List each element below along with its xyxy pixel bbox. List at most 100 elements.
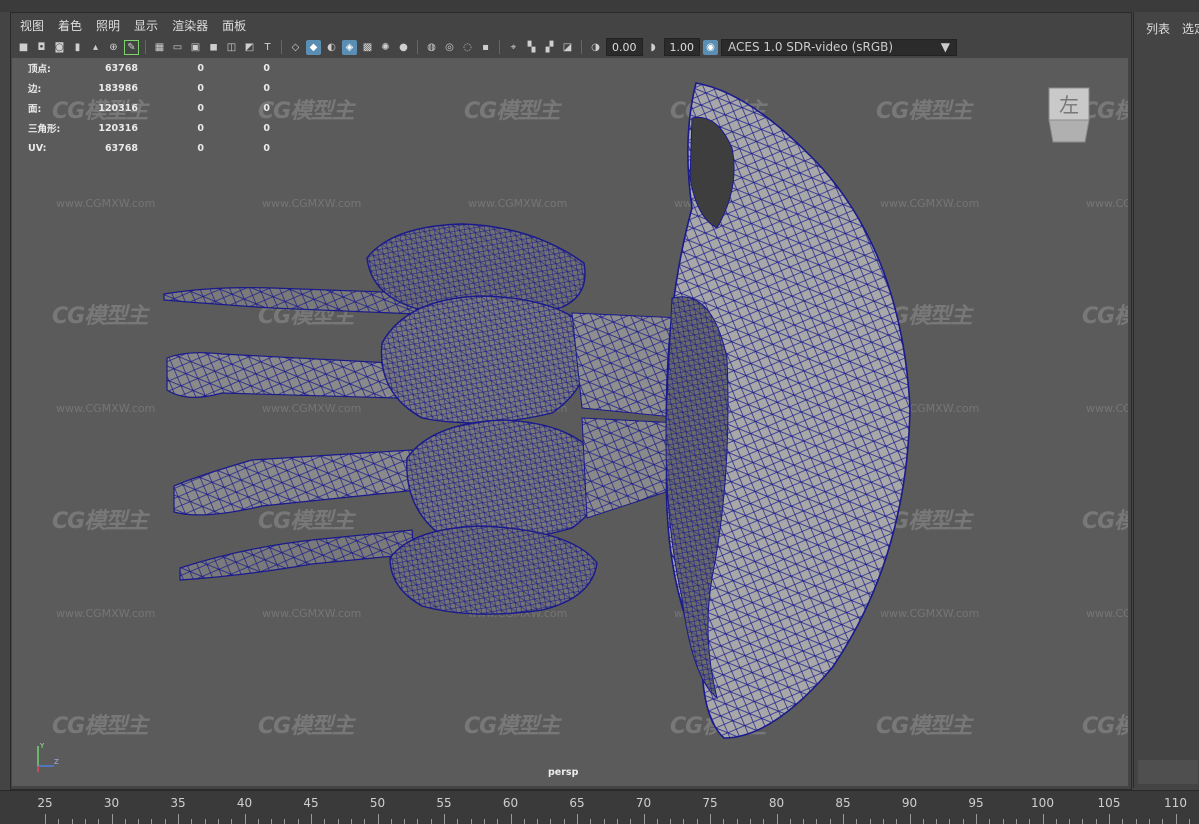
menu-lighting[interactable]: 照明 [96,17,120,34]
tab-selected[interactable]: 选定 [1182,20,1199,37]
toolbar-separator [581,40,582,54]
timeline-tick-label: 25 [37,796,53,810]
exposure-field[interactable]: 0.00 [606,38,643,56]
use-lights-icon[interactable]: ✺ [378,40,393,55]
timeline-tick-label: 40 [236,796,253,810]
image-plane-icon[interactable]: ▴ [88,40,103,55]
hud-row-vertices: 顶点: 63768 0 0 [28,62,270,76]
menu-renderer[interactable]: 渲染器 [172,17,208,34]
right-panel-footer [1138,760,1198,784]
shadows-icon[interactable]: ● [396,40,411,55]
motion-blur-icon[interactable]: ◎ [442,40,457,55]
jellyfish-bell [665,82,911,739]
menu-view[interactable]: 视图 [20,17,44,34]
anti-aliasing-icon[interactable]: ◌ [460,40,475,55]
timeline-tick [936,819,938,824]
color-management-icon[interactable]: ◉ [703,39,718,55]
timeline-tick [670,819,672,824]
timeline-tick [204,819,206,824]
color-space-value: ACES 1.0 SDR-video (sRGB) [728,40,894,54]
timeline-tick-label: 60 [502,796,519,810]
time-slider[interactable]: 25 30 35 40 45 50 55 60 65 70 75 80 85 90 95 100 105 110 [0,790,1199,824]
timeline-tick [364,819,366,824]
timeline-tick [590,819,592,824]
backface-icon[interactable]: ◪ [560,40,575,55]
film-gate-icon[interactable]: ▭ [170,40,185,55]
3d-viewport[interactable]: CG模型主 www.CGMXW.com CG模型主 www.CGMXW.com CG模型… [12,58,1128,786]
grease-pencil-icon[interactable]: ✎ [124,39,139,55]
jellyfish-oral-arms [366,223,605,615]
gamma-icon[interactable]: ◗ [646,40,661,55]
viewcube[interactable]: 左 [1045,84,1093,144]
jellyfish-model[interactable] [12,58,1128,786]
viewcube-label: 左 [1059,93,1079,117]
xray-icon[interactable]: ▩ [360,40,375,55]
timeline-tick [949,819,951,824]
timeline-tick [922,819,924,824]
default-material-icon[interactable]: ◐ [324,40,339,55]
timeline-tick-label: 70 [635,796,652,810]
camera-select-icon[interactable]: ■ [16,40,31,55]
timeline-tick [656,819,658,824]
grid-icon[interactable]: ▦ [152,40,167,55]
timeline-tick [390,819,392,824]
timeline-tick [550,819,552,824]
wireframe-on-shaded-icon[interactable]: ◈ [342,39,357,55]
timeline-tick-label: 105 [1097,796,1121,810]
color-space-dropdown[interactable]: ACES 1.0 SDR-video (sRGB) ▼ [721,38,957,56]
timeline-tick [1122,819,1124,824]
timeline-tick [138,819,140,824]
timeline-tick [789,819,791,824]
xray-active-icon[interactable]: ▞ [542,40,557,55]
safe-action-icon[interactable]: ◩ [242,40,257,55]
toolbar-separator [499,40,500,54]
timeline-tick [683,819,685,824]
tab-list[interactable]: 列表 [1146,20,1170,37]
svg-text:Z: Z [54,758,59,766]
timeline-tick [856,819,858,824]
timeline-tick-label: 50 [369,796,386,810]
bookmark-icon[interactable]: ▮ [70,40,85,55]
gate-mask-icon[interactable]: ◼ [206,40,221,55]
timeline-tick [231,819,233,824]
wireframe-icon[interactable]: ◇ [288,40,303,55]
menu-panels[interactable]: 面板 [222,17,246,34]
gamma-field[interactable]: 1.00 [663,38,700,56]
timeline-tick [497,819,499,824]
timeline-tick [164,819,166,824]
field-chart-icon[interactable]: ◫ [224,40,239,55]
menu-shading[interactable]: 着色 [58,17,82,34]
timeline-tick [417,819,419,824]
2d-pan-zoom-icon[interactable]: ⊕ [106,40,121,55]
timeline-tick [324,819,326,824]
timeline-tick [523,819,525,824]
timeline-tick [749,819,751,824]
timeline-tick-label: 90 [901,796,918,810]
xray-joints-icon[interactable]: ▚ [524,40,539,55]
timeline-tick-label: 45 [303,796,319,810]
timeline-tick [284,819,286,824]
ambient-occlusion-icon[interactable]: ◍ [424,40,439,55]
timeline-tick [58,819,60,824]
exposure-icon[interactable]: ◑ [588,40,603,55]
timeline-tick [191,819,193,824]
timeline-tick [257,819,259,824]
timeline-tick [696,819,698,824]
safe-title-icon[interactable]: T [260,40,275,55]
resolution-gate-icon[interactable]: ▣ [188,40,203,55]
camera-attributes-icon[interactable]: ◘ [34,40,49,55]
timeline-tick [84,819,86,824]
hud-row-uvs: UV: 63768 0 0 [28,142,270,154]
timeline-tick [1162,819,1164,824]
timeline-tick [736,819,738,824]
smooth-shade-icon[interactable]: ◆ [306,39,321,55]
camera-lock-icon[interactable]: ◙ [52,40,67,55]
title-strip [0,0,1199,12]
timeline-tick [803,819,805,824]
isolate-select-icon[interactable]: ⌖ [506,40,521,55]
depth-of-field-icon[interactable]: ▪ [478,40,493,55]
svg-text:Y: Y [39,742,45,750]
timeline-tick [297,819,299,824]
menu-show[interactable]: 显示 [134,17,158,34]
timeline-tick-label: 30 [103,796,120,810]
